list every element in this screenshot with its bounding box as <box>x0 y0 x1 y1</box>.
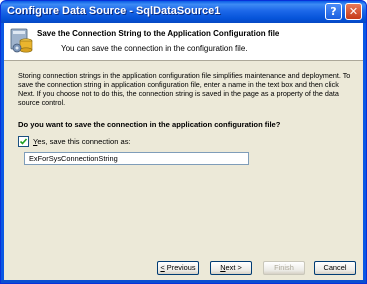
wizard-header: Save the Connection String to the Applic… <box>4 23 363 61</box>
save-connection-checkbox[interactable] <box>18 136 29 147</box>
description-text: Storing connection strings in the applic… <box>18 71 351 107</box>
checkmark-icon <box>19 138 28 145</box>
cancel-button[interactable]: Cancel <box>314 261 356 275</box>
previous-label: Previous <box>164 263 196 272</box>
page-title: Save the Connection String to the Applic… <box>37 29 280 38</box>
title-bar[interactable]: Configure Data Source - SqlDataSource1 ?… <box>1 1 366 23</box>
connection-name-input[interactable] <box>24 152 249 165</box>
previous-button[interactable]: < Previous <box>157 261 199 275</box>
save-connection-label-text: es, save this connection as: <box>37 137 131 146</box>
finish-button[interactable]: Finish <box>263 261 305 275</box>
help-button[interactable]: ? <box>325 3 342 20</box>
next-button[interactable]: Next > <box>210 261 252 275</box>
page-subtitle: You can save the connection in the confi… <box>61 44 248 53</box>
close-button[interactable]: ✕ <box>345 3 362 20</box>
next-label: ext > <box>225 263 242 272</box>
help-icon: ? <box>330 5 337 18</box>
dialog-client-area: Save the Connection String to the Applic… <box>4 23 363 280</box>
database-config-icon <box>10 28 33 53</box>
close-icon: ✕ <box>348 5 359 18</box>
save-question-label: Do you want to save the connection in th… <box>18 120 281 129</box>
save-connection-label[interactable]: Yes, save this connection as: <box>33 137 131 146</box>
window-title: Configure Data Source - SqlDataSource1 <box>7 5 221 17</box>
configure-data-source-dialog: Configure Data Source - SqlDataSource1 ?… <box>0 0 367 284</box>
window-bottom-border <box>1 280 366 283</box>
